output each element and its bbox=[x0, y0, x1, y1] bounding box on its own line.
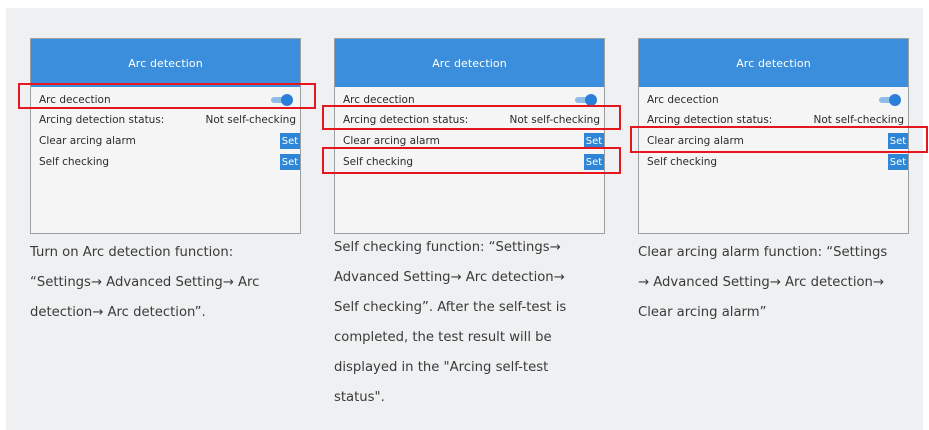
status-value: Not self-checking bbox=[813, 114, 904, 126]
row-self-checking: Self checking Set bbox=[647, 153, 908, 171]
clear-alarm-label: Clear arcing alarm bbox=[343, 135, 440, 147]
panel-title: Arc detection bbox=[736, 56, 811, 70]
panel-title: Arc detection bbox=[128, 56, 203, 70]
panel-header: Arc detection bbox=[639, 39, 908, 87]
row-self-checking: Self checking Set bbox=[39, 153, 300, 171]
toggle-knob bbox=[889, 94, 901, 106]
description-line: displayed in the "Arcing self-test bbox=[334, 360, 549, 375]
self-checking-set-button[interactable]: Set bbox=[888, 154, 908, 170]
arc-detection-panel-1: Arc detection Arc decection Arcing detec… bbox=[30, 38, 301, 234]
self-checking-label: Self checking bbox=[647, 156, 718, 168]
highlight-arc-detection bbox=[18, 83, 316, 109]
description-line: status". bbox=[334, 390, 385, 405]
description-line: Self checking function: “Settings→ bbox=[334, 240, 561, 255]
row-clear-alarm: Clear arcing alarm Set bbox=[39, 132, 300, 150]
description-line: completed, the test result will be bbox=[334, 330, 552, 345]
highlight-self-checking-row bbox=[322, 147, 621, 174]
description-line: Clear arcing alarm” bbox=[638, 305, 767, 320]
arc-detection-label: Arc decection bbox=[647, 94, 719, 106]
self-checking-label: Self checking bbox=[39, 156, 110, 168]
description-line: → Advanced Setting→ Arc detection→ bbox=[638, 275, 884, 290]
status-label: Arcing detection status: bbox=[39, 114, 165, 126]
highlight-clear-alarm-row bbox=[630, 126, 928, 153]
panel-header: Arc detection bbox=[335, 39, 604, 87]
highlight-status-row bbox=[322, 105, 621, 130]
description-line: Turn on Arc detection function: bbox=[30, 245, 234, 260]
panel-title: Arc detection bbox=[432, 56, 507, 70]
clear-alarm-set-button[interactable]: Set bbox=[280, 133, 300, 149]
description-line: detection→ Arc detection”. bbox=[30, 305, 206, 320]
description-clear-alarm: Clear arcing alarm function: “Settings →… bbox=[638, 238, 910, 328]
row-arc-detection: Arc decection bbox=[647, 91, 908, 109]
description-line: Advanced Setting→ Arc detection→ bbox=[334, 270, 565, 285]
description-self-checking: Self checking function: “Settings→ Advan… bbox=[334, 233, 606, 413]
self-checking-set-button[interactable]: Set bbox=[280, 154, 300, 170]
clear-alarm-label: Clear arcing alarm bbox=[39, 135, 136, 147]
arc-detection-toggle[interactable] bbox=[879, 94, 901, 106]
arc-detection-panel-2: Arc detection Arc decection Arcing detec… bbox=[334, 38, 605, 234]
canvas: Arc detection Arc decection Arcing detec… bbox=[6, 8, 928, 430]
panel-header: Arc detection bbox=[31, 39, 300, 87]
description-line: Clear arcing alarm function: “Settings bbox=[638, 245, 888, 260]
status-label: Arcing detection status: bbox=[647, 114, 773, 126]
row-status: Arcing detection status: Not self-checki… bbox=[39, 111, 300, 129]
description-line: “Settings→ Advanced Setting→ Arc bbox=[30, 275, 260, 290]
description-line: Self checking”. After the self-test is bbox=[334, 300, 567, 315]
status-value: Not self-checking bbox=[205, 114, 296, 126]
description-arc-detection: Turn on Arc detection function: “Setting… bbox=[30, 238, 302, 328]
